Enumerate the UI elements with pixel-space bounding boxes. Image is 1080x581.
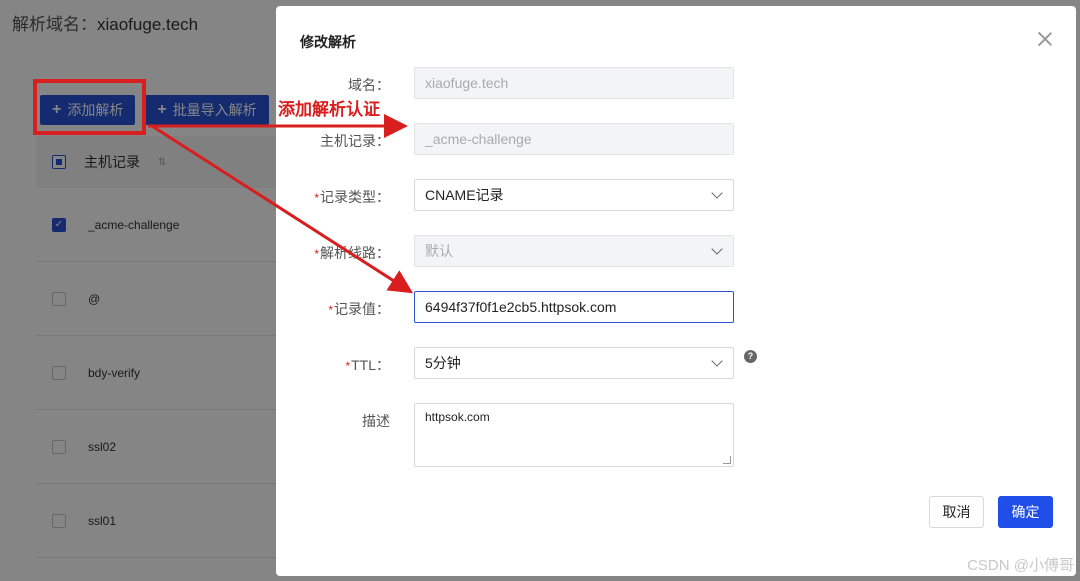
ttl-row: *TTL： 5分钟 ?	[276, 347, 1076, 379]
line-label: *解析线路：	[314, 245, 390, 261]
dialog-title: 修改解析	[300, 34, 356, 50]
description-textarea[interactable]: httpsok.com	[414, 403, 734, 467]
resize-handle[interactable]	[723, 456, 731, 464]
value-row: *记录值： 6494f37f0f1e2cb5.httpsok.com	[276, 291, 1076, 323]
type-label: *记录类型：	[314, 189, 390, 205]
type-row: *记录类型： CNAME记录	[276, 179, 1076, 211]
domain-label: 域名：	[348, 77, 390, 93]
chevron-down-icon	[711, 187, 723, 199]
help-icon[interactable]: ?	[744, 350, 757, 363]
resolution-line-select: 默认	[414, 235, 734, 267]
domain-row: 域名： xiaofuge.tech	[276, 67, 1076, 99]
record-value-input[interactable]: 6494f37f0f1e2cb5.httpsok.com	[414, 291, 734, 323]
chevron-down-icon	[711, 243, 723, 255]
ttl-select[interactable]: 5分钟	[414, 347, 734, 379]
desc-row: 描述 httpsok.com	[276, 403, 1076, 467]
host-field: _acme-challenge	[414, 123, 734, 155]
annotation-highlight-box	[33, 79, 146, 135]
close-icon[interactable]	[1036, 30, 1054, 48]
ttl-label: *TTL：	[345, 357, 390, 373]
line-row: *解析线路： 默认	[276, 235, 1076, 267]
chevron-down-icon	[711, 355, 723, 367]
host-row: 主机记录： _acme-challenge	[276, 123, 1076, 155]
confirm-button[interactable]: 确定	[998, 496, 1053, 528]
annotation-label: 添加解析认证	[278, 100, 380, 119]
watermark: CSDN @小傅哥	[967, 557, 1074, 574]
cancel-button[interactable]: 取消	[929, 496, 984, 528]
host-label: 主机记录：	[320, 133, 390, 149]
value-label: *记录值：	[328, 301, 390, 317]
desc-label: 描述	[362, 413, 390, 429]
domain-field: xiaofuge.tech	[414, 67, 734, 99]
edit-record-dialog: 修改解析 域名： xiaofuge.tech 主机记录： _acme-chall…	[276, 6, 1076, 576]
record-type-select[interactable]: CNAME记录	[414, 179, 734, 211]
